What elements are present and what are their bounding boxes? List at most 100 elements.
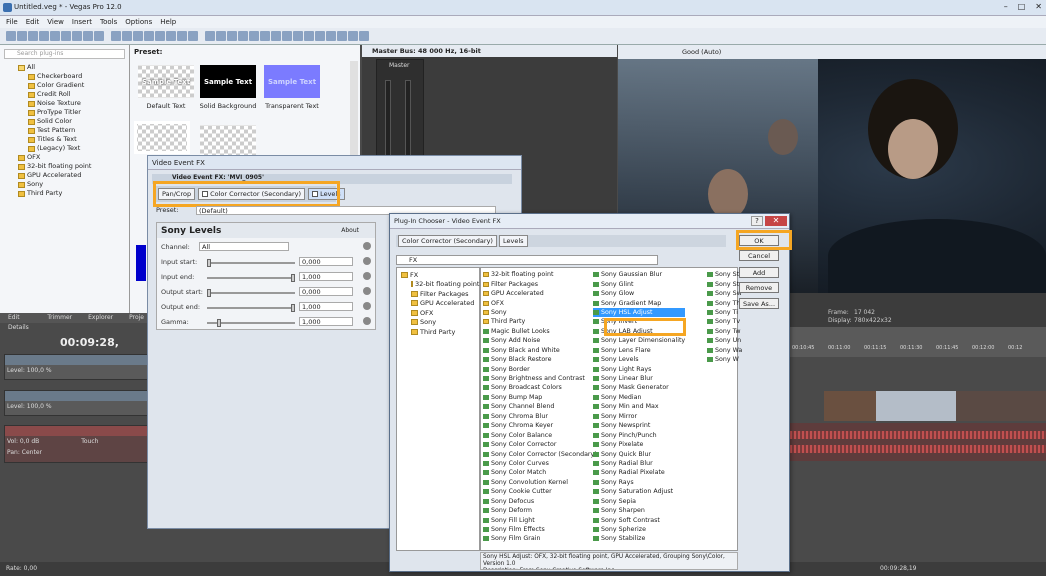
plugin-list-item[interactable]: Magic Bullet Looks bbox=[483, 327, 597, 336]
help-button[interactable]: ? bbox=[751, 216, 763, 226]
toolbar-button-icon[interactable] bbox=[166, 31, 176, 41]
plugin-list-item[interactable]: Sony St bbox=[707, 270, 742, 279]
tree-item[interactable]: GPU Accelerated bbox=[4, 171, 125, 180]
plugin-list-item[interactable]: Sony Linear Blur bbox=[593, 374, 685, 383]
toolbar-button-icon[interactable] bbox=[28, 31, 38, 41]
plugin-list-item[interactable]: Sony Film Effects bbox=[483, 525, 597, 534]
remove-button[interactable]: Remove bbox=[739, 282, 779, 293]
plugin-list-item[interactable]: Sony Gaussian Blur bbox=[593, 270, 685, 279]
plugin-list-item[interactable]: Sony Add Noise bbox=[483, 336, 597, 345]
toolbar-button-icon[interactable] bbox=[39, 31, 49, 41]
touch-mode[interactable]: Touch bbox=[81, 438, 98, 445]
toolbar-button-icon[interactable] bbox=[326, 31, 336, 41]
tree-item[interactable]: Color Gradient bbox=[4, 81, 125, 90]
plugin-list-item[interactable]: GPU Accelerated bbox=[483, 289, 597, 298]
plugin-list-item[interactable]: Sony Color Corrector (Secondary) bbox=[483, 449, 597, 458]
toolbar-button-icon[interactable] bbox=[216, 31, 226, 41]
reset-icon[interactable] bbox=[363, 302, 371, 310]
reset-icon[interactable] bbox=[363, 242, 371, 250]
tree-item[interactable]: OFX bbox=[4, 153, 125, 162]
menu-tools[interactable]: Tools bbox=[100, 18, 117, 26]
toolbar-button-icon[interactable] bbox=[359, 31, 369, 41]
plugin-list-item[interactable]: Sony bbox=[483, 308, 597, 317]
tab-explorer[interactable]: Explorer bbox=[80, 313, 121, 323]
folder-tree-item[interactable]: Filter Packages bbox=[399, 289, 477, 299]
menu-insert[interactable]: Insert bbox=[72, 18, 92, 26]
preset-thumb-transparent[interactable]: Sample Text bbox=[264, 65, 320, 98]
plugin-list-item[interactable]: Sony Un bbox=[707, 336, 742, 345]
plugin-list-item[interactable]: Sony Lens Flare bbox=[593, 346, 685, 355]
toolbar-button-icon[interactable] bbox=[348, 31, 358, 41]
plugin-list-item[interactable]: Sony Sepia bbox=[593, 497, 685, 506]
audio-track[interactable]: Vol: 0,0 dB Touch Pan: Center bbox=[4, 425, 152, 463]
toolbar-button-icon[interactable] bbox=[238, 31, 248, 41]
toolbar-button-icon[interactable] bbox=[271, 31, 281, 41]
video-track-2[interactable]: Level: 100,0 % bbox=[4, 390, 152, 416]
plugin-list-item[interactable]: Sony Broadcast Colors bbox=[483, 383, 597, 392]
menu-view[interactable]: View bbox=[47, 18, 64, 26]
plugin-list-item[interactable]: Sony Black Restore bbox=[483, 355, 597, 364]
plugin-list-item[interactable]: Sony W bbox=[707, 355, 742, 364]
tree-item[interactable]: Noise Texture bbox=[4, 99, 125, 108]
plugin-list-item[interactable]: Sony Bump Map bbox=[483, 393, 597, 402]
param-slider[interactable] bbox=[207, 289, 295, 297]
toolbar-button-icon[interactable] bbox=[83, 31, 93, 41]
toolbar-button-icon[interactable] bbox=[50, 31, 60, 41]
toolbar-button-icon[interactable] bbox=[260, 31, 270, 41]
folder-tree-item[interactable]: OFX bbox=[399, 308, 477, 318]
video-clip[interactable] bbox=[956, 391, 1046, 421]
tree-item[interactable]: All bbox=[4, 63, 125, 72]
reset-icon[interactable] bbox=[363, 257, 371, 265]
param-value-field[interactable]: 1,000 bbox=[299, 317, 353, 326]
plugin-list-item[interactable]: Sony Color Balance bbox=[483, 430, 597, 439]
plugin-list-item[interactable]: Sony Layer Dimensionality bbox=[593, 336, 685, 345]
toolbar-button-icon[interactable] bbox=[282, 31, 292, 41]
plugin-list-item[interactable]: Sony Chroma Blur bbox=[483, 412, 597, 421]
search-plugins-input[interactable]: Search plug-ins bbox=[4, 49, 125, 59]
preset-thumb-4[interactable] bbox=[134, 121, 190, 154]
tree-item[interactable]: Credit Roll bbox=[4, 90, 125, 99]
folder-tree-item[interactable]: 32-bit floating point bbox=[399, 280, 479, 290]
audio-waveform[interactable] bbox=[790, 423, 1046, 461]
plugin-list-item[interactable]: Sony Light Rays bbox=[593, 364, 685, 373]
tab-edit-details[interactable]: Edit Details bbox=[0, 313, 39, 331]
plugin-list-item[interactable]: Sony Sharpen bbox=[593, 506, 685, 515]
plugin-list-item[interactable]: Sony Tw bbox=[707, 327, 742, 336]
toolbar-button-icon[interactable] bbox=[111, 31, 121, 41]
toolbar-button-icon[interactable] bbox=[17, 31, 27, 41]
plugin-list-item[interactable]: Sony Gradient Map bbox=[593, 298, 685, 307]
plugin-list-item[interactable]: Sony Fill Light bbox=[483, 515, 597, 524]
tree-item[interactable]: (Legacy) Text bbox=[4, 144, 125, 153]
toolbar-button-icon[interactable] bbox=[205, 31, 215, 41]
slider-handle[interactable] bbox=[291, 274, 295, 282]
preset-thumb-5[interactable] bbox=[200, 125, 256, 158]
toolbar-button-icon[interactable] bbox=[122, 31, 132, 41]
plugin-list-item[interactable]: Sony Chroma Keyer bbox=[483, 421, 597, 430]
toolbar-button-icon[interactable] bbox=[315, 31, 325, 41]
toolbar-button-icon[interactable] bbox=[227, 31, 237, 41]
toolbar-button-icon[interactable] bbox=[144, 31, 154, 41]
tree-item[interactable]: Sony bbox=[4, 180, 125, 189]
plugin-list-item[interactable]: Sony Cookie Cutter bbox=[483, 487, 597, 496]
toolbar-button-icon[interactable] bbox=[94, 31, 104, 41]
plugin-list-item[interactable]: Sony Pixelate bbox=[593, 440, 685, 449]
menu-file[interactable]: File bbox=[6, 18, 18, 26]
menu-options[interactable]: Options bbox=[125, 18, 152, 26]
toolbar-button-icon[interactable] bbox=[133, 31, 143, 41]
plugin-list-item[interactable]: Sony St bbox=[707, 279, 742, 288]
toolbar-button-icon[interactable] bbox=[337, 31, 347, 41]
plugin-list-item[interactable]: Sony Pinch/Punch bbox=[593, 430, 685, 439]
plugin-list-item[interactable]: Sony Mask Generator bbox=[593, 383, 685, 392]
video-clip[interactable] bbox=[824, 391, 876, 421]
slider-handle[interactable] bbox=[291, 304, 295, 312]
plugin-list-item[interactable]: Sony Glint bbox=[593, 279, 685, 288]
plugin-list-item[interactable]: 32-bit floating point bbox=[483, 270, 597, 279]
folder-tree-item[interactable]: Sony bbox=[399, 318, 477, 328]
save-as-button[interactable]: Save As... bbox=[739, 298, 779, 309]
plugin-list-item[interactable]: Sony Wa bbox=[707, 346, 742, 355]
preset-thumb-blue[interactable] bbox=[136, 245, 146, 281]
plugin-list-item[interactable]: Sony Border bbox=[483, 364, 597, 373]
plugin-list-item[interactable]: Sony Levels bbox=[593, 355, 685, 364]
toolbar-button-icon[interactable] bbox=[155, 31, 165, 41]
plugin-list-item[interactable]: Sony Median bbox=[593, 393, 685, 402]
